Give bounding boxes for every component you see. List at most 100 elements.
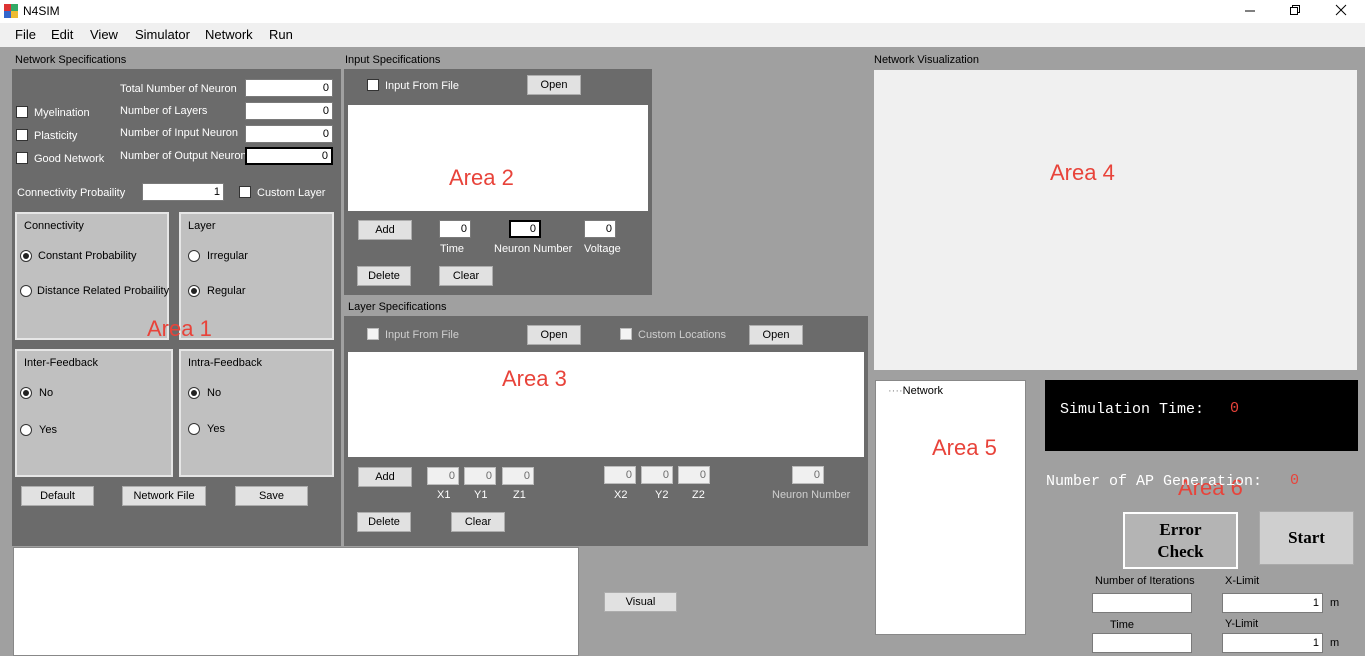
y2-input[interactable]: 0 [641, 466, 673, 484]
save-button[interactable]: Save [235, 486, 308, 506]
conn-prob-input[interactable]: 1 [142, 183, 224, 201]
error-check-button[interactable]: Error Check [1123, 512, 1238, 569]
voltage-input[interactable]: 0 [584, 220, 616, 238]
input-list-area[interactable] [348, 105, 648, 211]
input-from-file-label: Input From File [385, 80, 459, 92]
time-field-input[interactable] [1092, 633, 1192, 653]
close-icon[interactable] [1334, 3, 1348, 17]
total-neuron-label: Total Number of Neuron [120, 83, 237, 95]
custom-locations-label: Custom Locations [638, 329, 727, 341]
z1-input[interactable]: 0 [502, 467, 534, 485]
plasticity-label: Plasticity [34, 130, 78, 142]
intra-no-radio[interactable] [188, 387, 200, 399]
layer-clear-button[interactable]: Clear [451, 512, 505, 532]
simulation-time-value: 0 [1230, 400, 1240, 417]
time-label: Time [440, 243, 465, 255]
output-log-area[interactable] [13, 547, 579, 656]
network-specs-title: Network Specifications [15, 54, 127, 66]
menu-bar: File Edit View Simulator Network Run [0, 23, 1365, 47]
network-file-button[interactable]: Network File [122, 486, 206, 506]
xlimit-label: X-Limit [1225, 575, 1260, 587]
voltage-label: Voltage [584, 243, 621, 255]
y1-input[interactable]: 0 [464, 467, 496, 485]
start-button[interactable]: Start [1259, 511, 1354, 565]
z1-label: Z1 [513, 489, 526, 501]
output-neuron-input[interactable]: 0 [245, 147, 333, 165]
num-layers-input[interactable]: 0 [245, 102, 333, 120]
z2-input[interactable]: 0 [678, 466, 710, 484]
layer-open-button[interactable]: Open [527, 325, 581, 345]
intra-yes-radio[interactable] [188, 423, 200, 435]
constant-probability-radio[interactable] [20, 250, 32, 262]
ylimit-input[interactable]: 1 [1222, 633, 1323, 653]
time-input[interactable]: 0 [439, 220, 471, 238]
myelination-label: Myelination [34, 107, 90, 119]
minimize-icon[interactable] [1243, 3, 1257, 17]
distance-probability-radio[interactable] [20, 285, 32, 297]
x1-input[interactable]: 0 [427, 467, 459, 485]
input-open-button[interactable]: Open [527, 75, 581, 95]
area-3-label: Area 3 [502, 366, 567, 391]
layer-specs-title: Layer Specifications [348, 301, 447, 313]
layer-input-from-file-label: Input From File [385, 329, 459, 341]
area-2-label: Area 2 [449, 165, 514, 190]
input-clear-button[interactable]: Clear [439, 266, 493, 286]
myelination-checkbox[interactable] [16, 106, 28, 118]
menu-file[interactable]: File [15, 27, 36, 42]
inter-feedback-title: Inter-Feedback [24, 357, 98, 369]
irregular-radio[interactable] [188, 250, 200, 262]
default-button[interactable]: Default [21, 486, 94, 506]
layer-input-from-file-checkbox[interactable] [367, 328, 379, 340]
iterations-input[interactable] [1092, 593, 1192, 613]
good-network-checkbox[interactable] [16, 152, 28, 164]
good-network-label: Good Network [34, 153, 105, 165]
regular-label: Regular [207, 285, 246, 297]
conn-prob-label: Connectivity Probaility [17, 187, 126, 199]
input-from-file-checkbox[interactable] [367, 79, 379, 91]
iterations-label: Number of Iterations [1095, 575, 1195, 587]
neuron-number-input[interactable]: 0 [509, 220, 541, 238]
inter-yes-radio[interactable] [20, 424, 32, 436]
y1-label: Y1 [474, 489, 488, 501]
simulation-time-label: Simulation Time: [1060, 401, 1205, 418]
area-1-label: Area 1 [147, 316, 212, 341]
y2-label: Y2 [655, 489, 669, 501]
layer-add-button[interactable]: Add [358, 467, 412, 487]
input-delete-button[interactable]: Delete [357, 266, 411, 286]
custom-locations-checkbox[interactable] [620, 328, 632, 340]
network-tree-view[interactable] [875, 380, 1026, 635]
x1-label: X1 [437, 489, 451, 501]
layer-neuron-number-input[interactable]: 0 [792, 466, 824, 484]
neuron-number-label: Neuron Number [494, 243, 573, 255]
menu-view[interactable]: View [90, 27, 118, 42]
inter-no-radio[interactable] [20, 387, 32, 399]
menu-network[interactable]: Network [205, 27, 253, 42]
menu-edit[interactable]: Edit [51, 27, 73, 42]
restore-icon[interactable] [1288, 3, 1302, 17]
regular-radio[interactable] [188, 285, 200, 297]
irregular-label: Irregular [207, 250, 248, 262]
custom-layer-checkbox[interactable] [239, 186, 251, 198]
custom-locations-open-button[interactable]: Open [749, 325, 803, 345]
input-add-button[interactable]: Add [358, 220, 412, 240]
menu-simulator[interactable]: Simulator [135, 27, 190, 42]
num-layers-label: Number of Layers [120, 105, 208, 117]
visual-button[interactable]: Visual [604, 592, 677, 612]
input-specs-title: Input Specifications [345, 54, 441, 66]
plasticity-checkbox[interactable] [16, 129, 28, 141]
x2-input[interactable]: 0 [604, 466, 636, 484]
layer-list-area[interactable] [348, 352, 864, 457]
tree-node-network[interactable]: ····Network [888, 385, 943, 397]
ap-generation-label: Number of AP Generation: [1046, 473, 1263, 490]
xlimit-input[interactable]: 1 [1222, 593, 1323, 613]
total-neuron-input[interactable]: 0 [245, 79, 333, 97]
xlimit-unit: m [1330, 597, 1340, 609]
z2-label: Z2 [692, 489, 705, 501]
menu-run[interactable]: Run [269, 27, 293, 42]
input-neuron-input[interactable]: 0 [245, 125, 333, 143]
network-visualization-canvas[interactable] [874, 70, 1357, 370]
layer-delete-button[interactable]: Delete [357, 512, 411, 532]
intra-yes-label: Yes [207, 423, 225, 435]
inter-no-label: No [39, 387, 54, 399]
intra-no-label: No [207, 387, 222, 399]
